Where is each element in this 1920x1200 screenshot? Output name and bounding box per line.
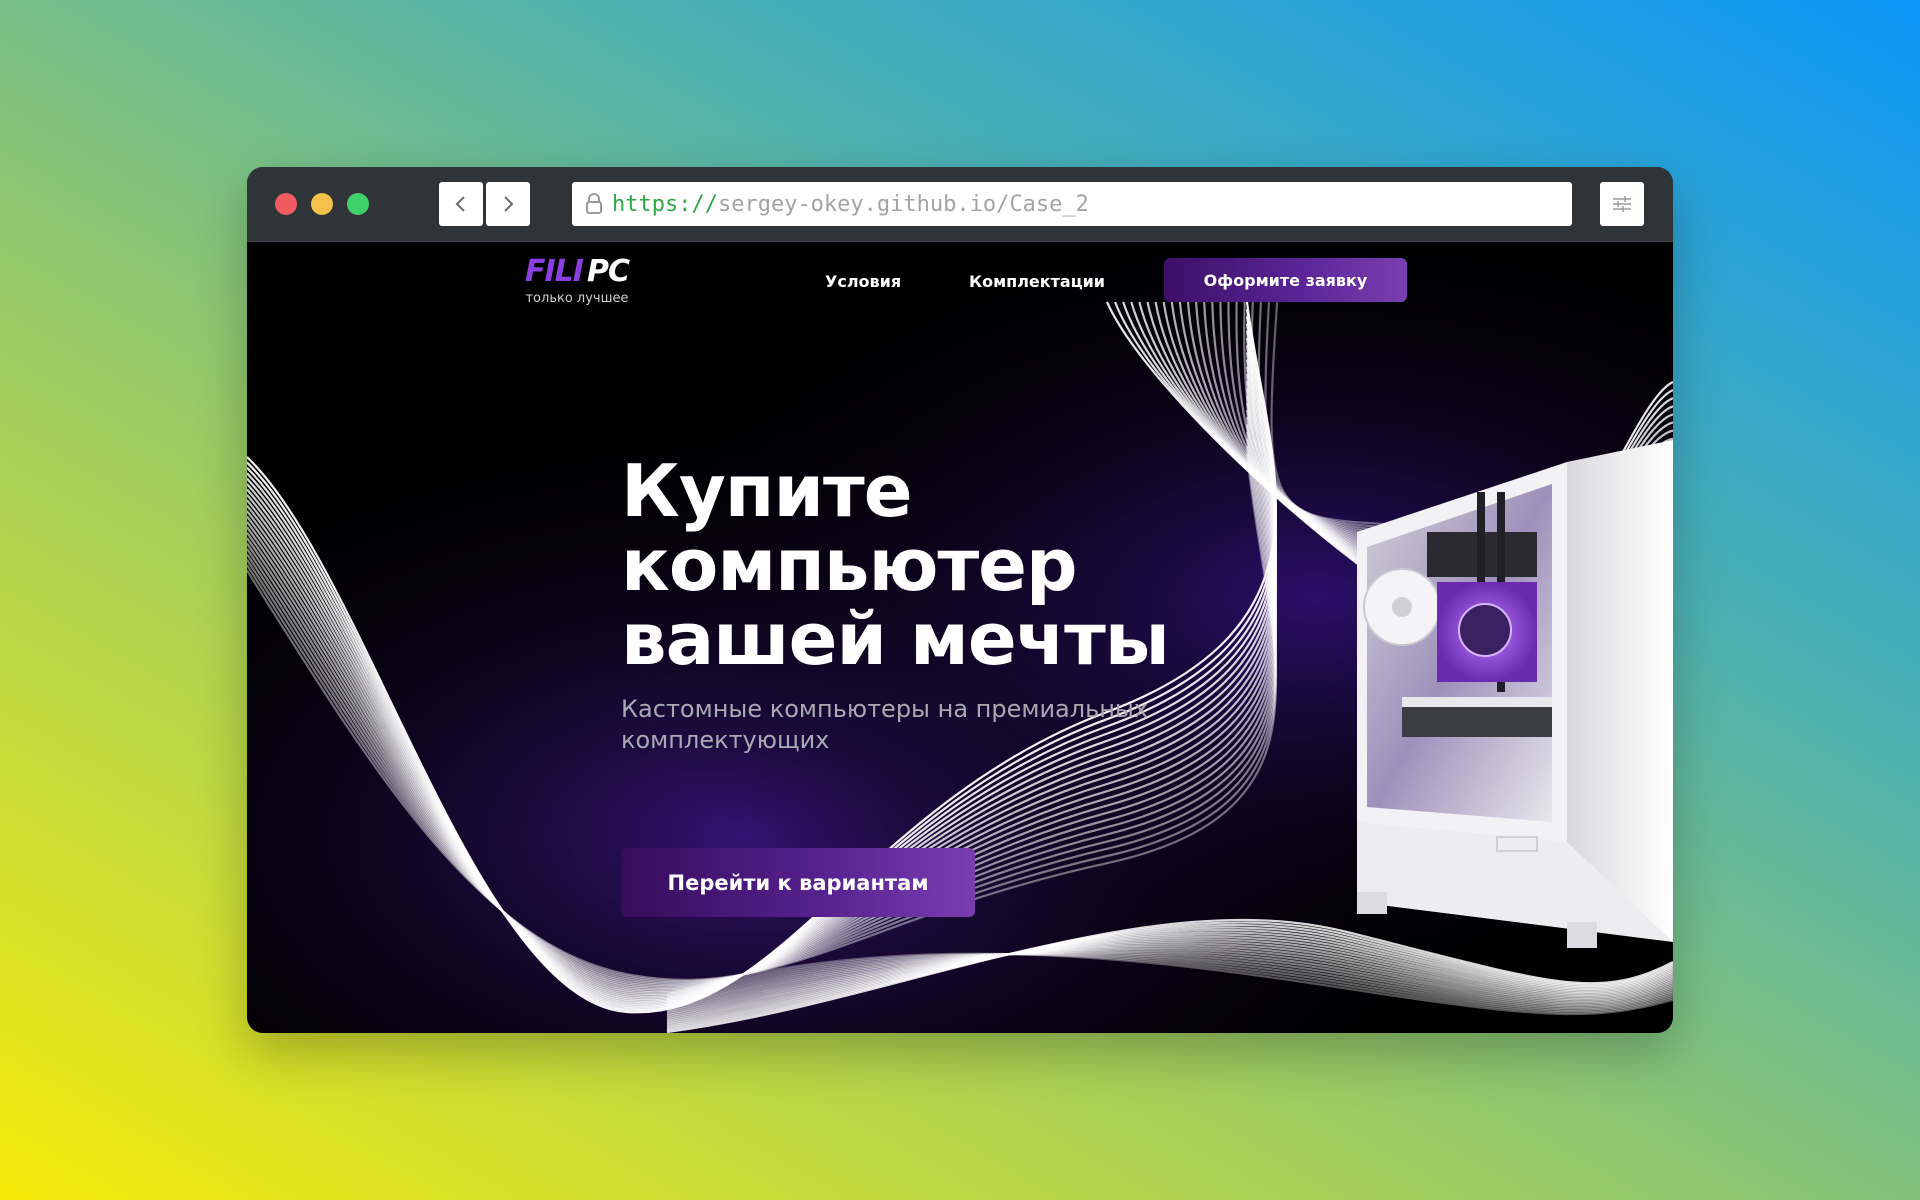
browser-window: https://sergey-okey.github.io/Case_2 FIL… bbox=[247, 167, 1673, 1033]
nav-link-conditions[interactable]: Условия bbox=[825, 272, 901, 291]
maximize-window-button[interactable] bbox=[347, 193, 369, 215]
browser-titlebar: https://sergey-okey.github.io/Case_2 bbox=[247, 167, 1673, 242]
address-bar[interactable]: https://sergey-okey.github.io/Case_2 bbox=[572, 182, 1572, 226]
browser-settings-button[interactable] bbox=[1600, 182, 1644, 226]
logo-tagline: только лучшее bbox=[525, 291, 629, 306]
web-page: FILI PC только лучшее Условия Комплектаци… bbox=[247, 242, 1673, 1033]
lock-icon bbox=[580, 182, 608, 226]
url-scheme: https:// bbox=[612, 191, 718, 217]
pc-case-image bbox=[1357, 440, 1673, 948]
logo-secondary-text: PC bbox=[586, 254, 630, 289]
chevron-left-icon bbox=[455, 196, 465, 212]
logo-primary-text: FILI bbox=[525, 254, 584, 289]
go-to-options-button[interactable]: Перейти к вариантам bbox=[621, 848, 975, 917]
hero-subtitle: Кастомные компьютеры на премиальных комп… bbox=[621, 695, 1149, 754]
chevron-right-icon bbox=[504, 196, 514, 212]
site-logo[interactable]: FILI PC только лучшее bbox=[512, 255, 642, 307]
hero-title: Купите компьютер вашей мечты bbox=[621, 449, 1170, 681]
submit-request-button[interactable]: Оформите заявку bbox=[1164, 258, 1407, 302]
sliders-icon bbox=[1613, 196, 1631, 212]
forward-button[interactable] bbox=[486, 182, 530, 226]
nav-link-configurations[interactable]: Комплектации bbox=[969, 272, 1105, 291]
close-window-button[interactable] bbox=[275, 193, 297, 215]
url-host: sergey-okey.github.io/Case_2 bbox=[717, 191, 1089, 217]
minimize-window-button[interactable] bbox=[311, 193, 333, 215]
back-button[interactable] bbox=[439, 182, 483, 226]
logo-mark: FILI PC bbox=[512, 255, 642, 289]
